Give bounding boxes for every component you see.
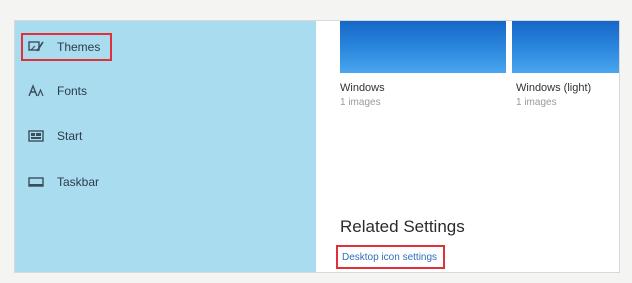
fonts-icon — [27, 84, 45, 98]
desktop-icon-settings-link[interactable]: Desktop icon settings — [336, 245, 446, 269]
taskbar-icon — [27, 175, 45, 189]
related-settings-heading: Related Settings — [340, 217, 465, 236]
themes-icon — [27, 40, 45, 54]
sidebar-item-themes[interactable]: Themes — [21, 33, 113, 61]
sidebar-item-label: Start — [57, 129, 83, 143]
start-icon — [27, 129, 45, 143]
theme-card-windows-light[interactable]: Windows (light) 1 images — [512, 21, 619, 108]
theme-thumbnail — [512, 21, 619, 73]
sidebar-item-label: Themes — [57, 40, 101, 54]
theme-name: Windows — [340, 82, 385, 94]
main-content: Windows 1 images Windows (light) 1 image… — [316, 21, 619, 272]
theme-card-windows[interactable]: Windows 1 images — [340, 21, 506, 108]
theme-name: Windows (light) — [516, 82, 592, 94]
sidebar-item-start[interactable]: Start — [21, 122, 82, 150]
sidebar-item-fonts[interactable]: Fonts — [21, 77, 87, 105]
sidebar-item-label: Taskbar — [57, 175, 100, 189]
theme-image-count: 1 images — [516, 97, 557, 108]
theme-image-count: 1 images — [340, 97, 381, 108]
link-label: Desktop icon settings — [342, 251, 438, 263]
sidebar-item-taskbar[interactable]: Taskbar — [21, 168, 99, 196]
sidebar-item-label: Fonts — [57, 84, 88, 98]
settings-window: Themes Fonts Start Taskbar Windows 1 ima… — [14, 20, 620, 273]
theme-thumbnail — [340, 21, 506, 73]
sidebar: Themes Fonts Start Taskbar — [15, 21, 316, 272]
